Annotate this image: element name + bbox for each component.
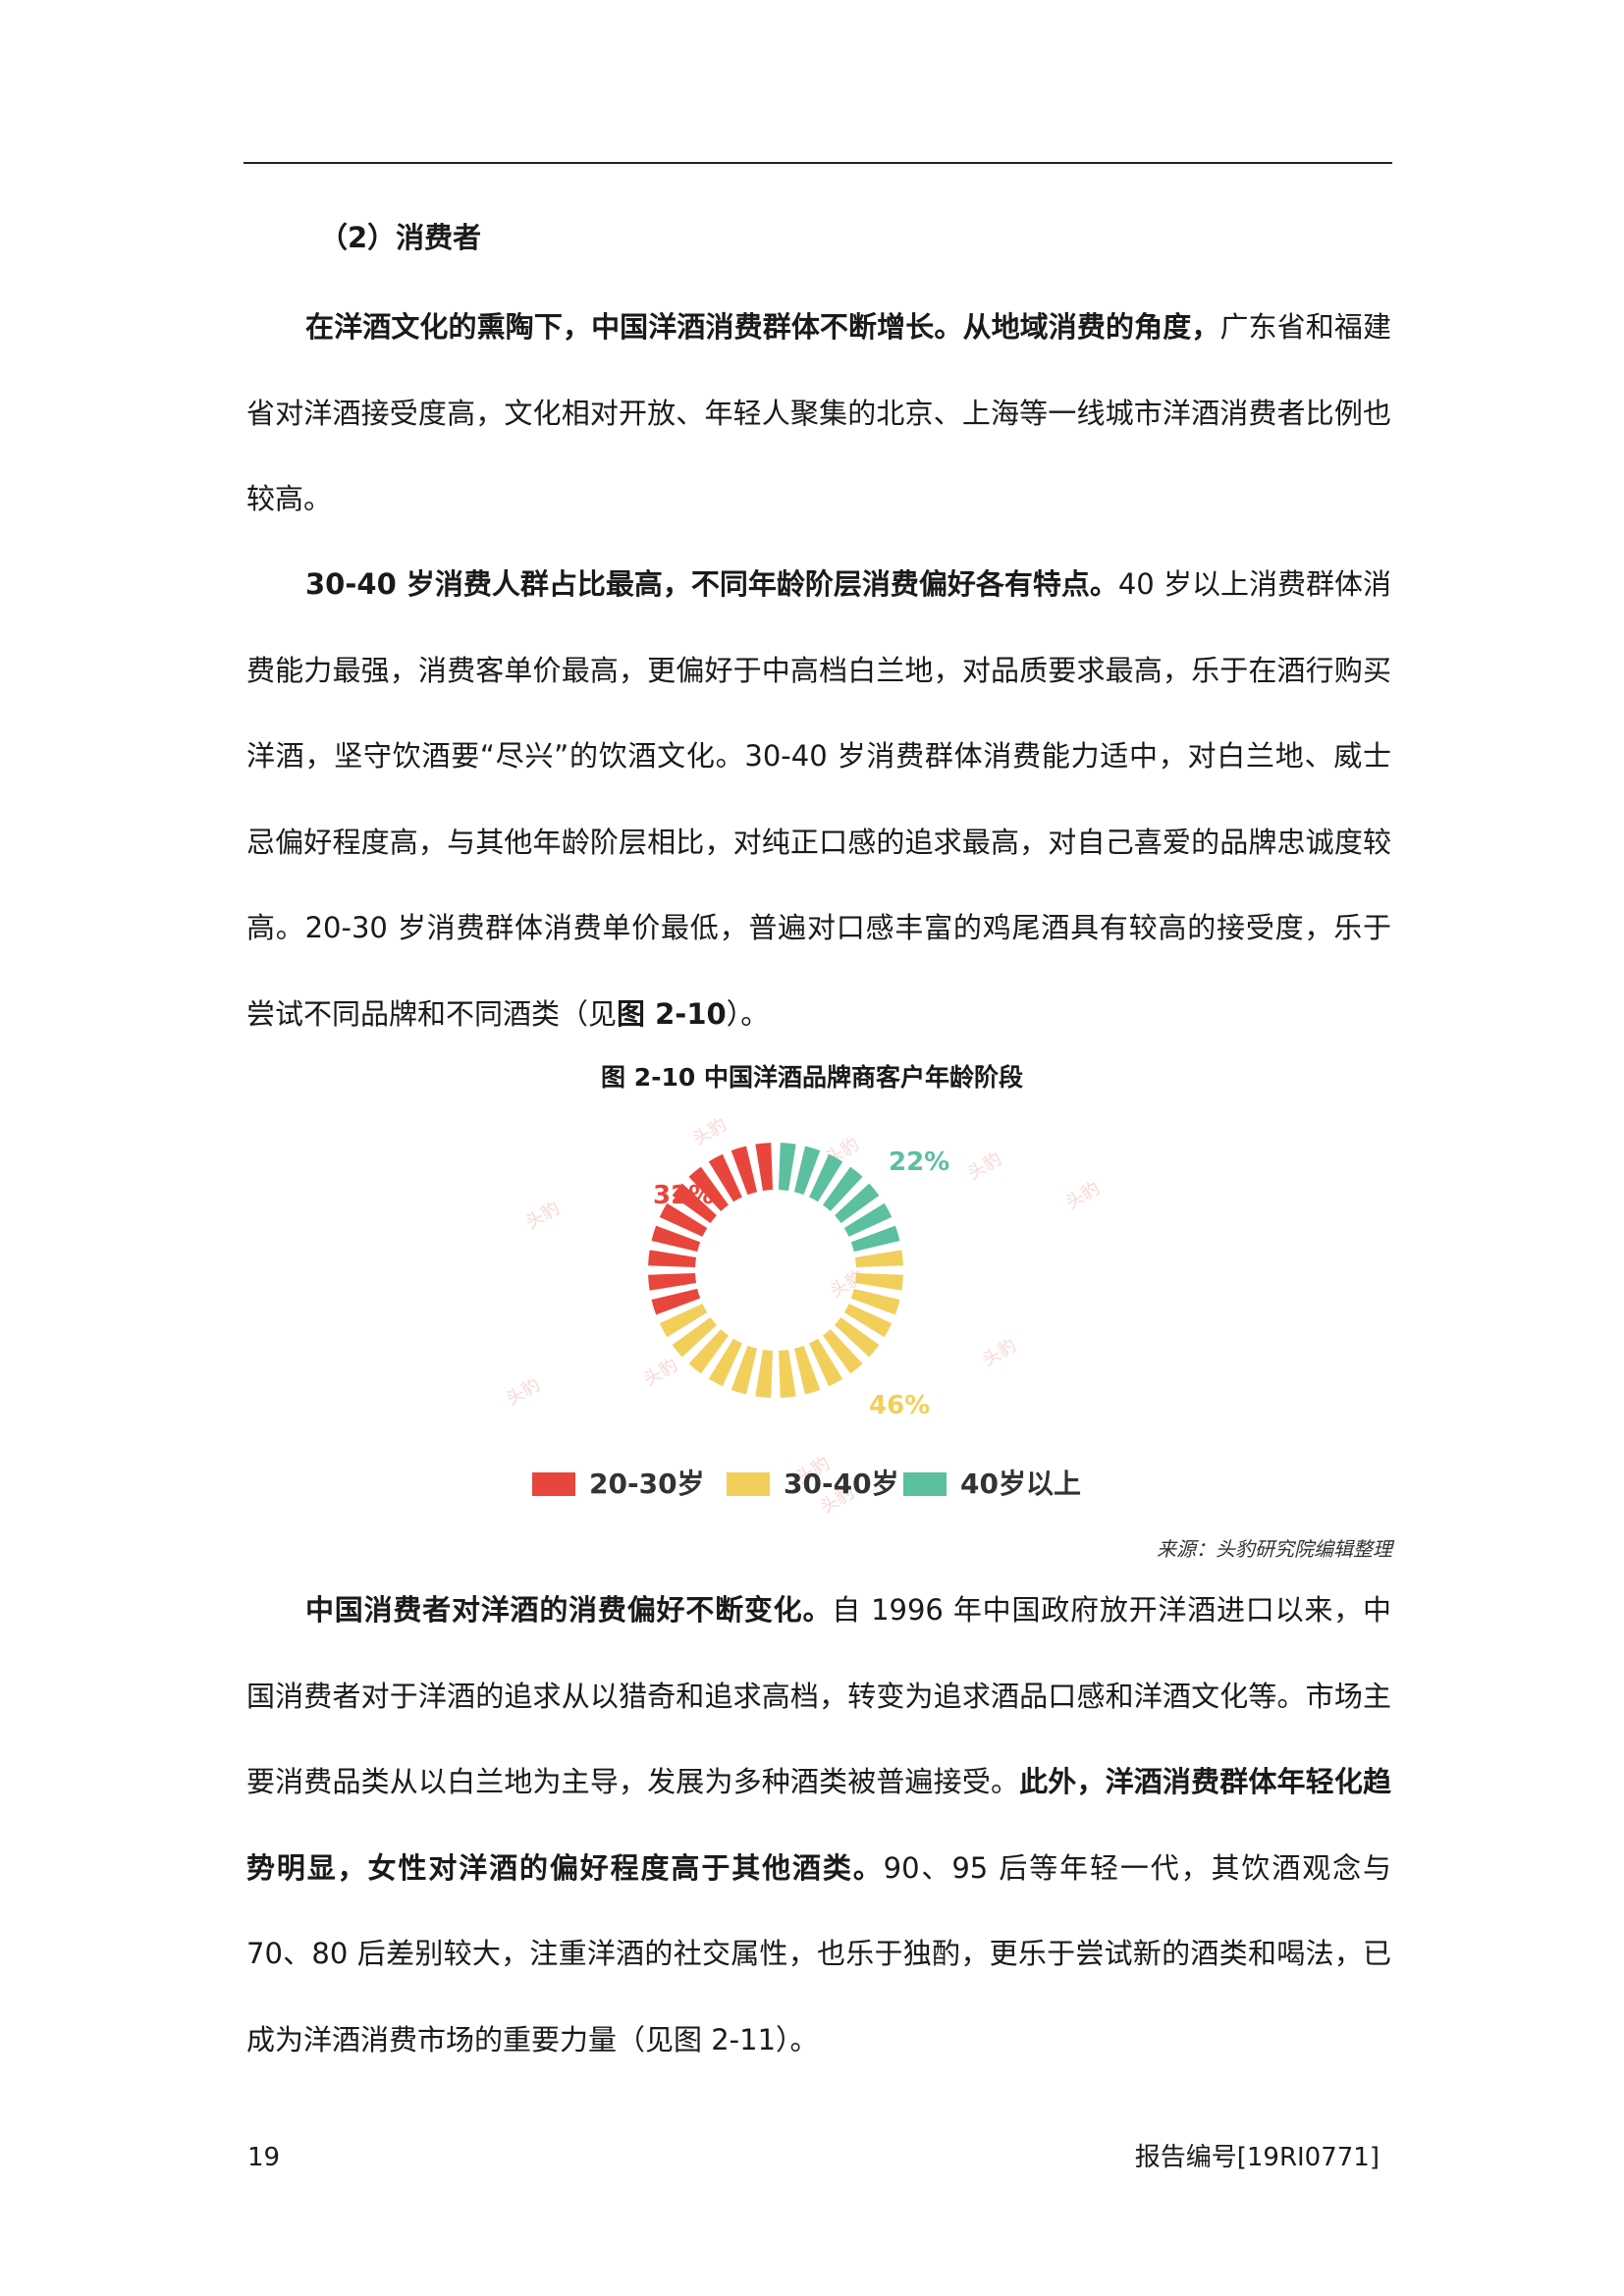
legend-label-20-30岁: 20-30岁 — [589, 1468, 705, 1500]
paragraph-age-groups: 30-40 岁消费人群占比最高，不同年龄阶层消费偏好各有特点。40 岁以上消费群… — [246, 542, 1391, 1057]
text-run: 40 岁以上消费群体消费能力最强，消费客单价最高，更偏好于中高档白兰地，对品质要… — [246, 567, 1391, 1031]
section-heading: （2）消费者 — [319, 221, 482, 254]
watermark-mark: 头豹 — [522, 1198, 564, 1233]
donut-segment-30-40岁 — [854, 1273, 903, 1291]
legend-swatch-40岁以上 — [903, 1472, 947, 1496]
header-rule — [244, 162, 1392, 164]
legend-label-30-40岁: 30-40岁 — [784, 1468, 899, 1500]
paragraph-preference-change: 中国消费者对洋酒的消费偏好不断变化。自 1996 年中国政府放开洋酒进口以来，中… — [246, 1568, 1391, 2083]
legend-label-40岁以上: 40岁以上 — [960, 1468, 1081, 1500]
figure-title: 图 2-10 中国洋酒品牌商客户年龄阶段 — [601, 1063, 1023, 1092]
watermark-mark: 头豹 — [964, 1148, 1005, 1184]
text-run: 图 2-10 — [617, 996, 727, 1031]
paragraph-regional-consumption: 在洋酒文化的熏陶下，中国洋酒消费群体不断增长。从地域消费的角度，广东省和福建省对… — [246, 285, 1391, 543]
value-label-30-40岁: 46% — [869, 1391, 930, 1420]
watermark-mark: 头豹 — [640, 1355, 681, 1390]
text-run: 中国消费者对洋酒的消费偏好不断变化。 — [305, 1593, 833, 1627]
donut-segment-40岁以上 — [779, 1143, 796, 1192]
watermark-mark: 头豹 — [503, 1374, 544, 1410]
donut-segment-30-40岁 — [854, 1250, 903, 1267]
text-run: 在洋酒文化的熏陶下，中国洋酒消费群体不断增长。从地域消费的角度， — [305, 310, 1220, 344]
age-group-donut-chart: 头豹头豹头豹 头豹头豹头豹头豹头豹头豹头豹头豹 32%46%22% 20-30岁 3… — [503, 1114, 1104, 1514]
report-number: 报告编号[19RI0771] — [1134, 2143, 1380, 2172]
legend-swatch-20-30岁 — [532, 1472, 575, 1496]
value-label-40岁以上: 22% — [889, 1148, 949, 1177]
donut-segment-20-30岁 — [648, 1250, 697, 1267]
value-label-20-30岁: 32% — [653, 1181, 714, 1210]
donut-segment-30-40岁 — [779, 1349, 796, 1398]
page-number: 19 — [247, 2143, 281, 2172]
text-run: 30-40 岁消费人群占比最高，不同年龄阶层消费偏好各有特点。 — [305, 567, 1118, 601]
watermark-mark: 头豹 — [979, 1335, 1020, 1370]
chart-legend: 20-30岁 30-40岁 40岁以上 — [532, 1468, 1081, 1500]
donut-segment-20-30岁 — [648, 1273, 697, 1291]
watermark-mark: 头豹 — [689, 1114, 731, 1149]
donut-segment-30-40岁 — [755, 1349, 773, 1398]
figure-source: 来源：头豹研究院编辑整理 — [1157, 1537, 1392, 1561]
watermark-mark: 头豹 — [1062, 1178, 1104, 1213]
donut-segment-20-30岁 — [755, 1143, 773, 1192]
legend-swatch-30-40岁 — [727, 1472, 770, 1496]
text-run: ）。 — [726, 996, 770, 1031]
